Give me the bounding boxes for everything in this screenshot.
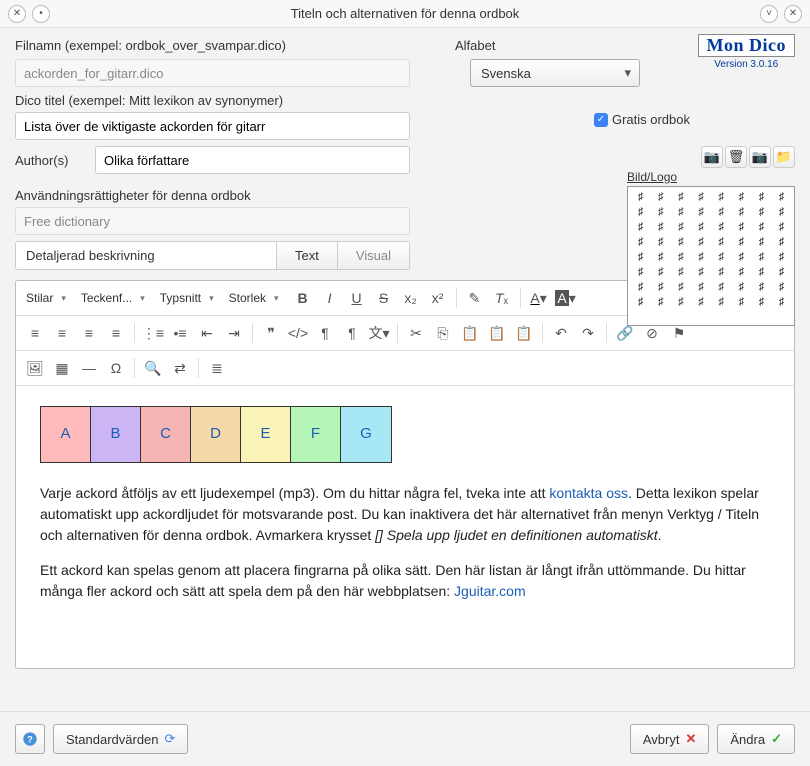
lang-icon[interactable]: 文▾ xyxy=(366,320,392,346)
alphabet-select[interactable]: Svenska xyxy=(470,59,640,87)
image-icon[interactable]: 🖼 xyxy=(22,355,48,381)
superscript-icon[interactable]: x² xyxy=(425,285,451,311)
redo-icon[interactable]: ↷ xyxy=(575,320,601,346)
size-dropdown[interactable]: Storlek xyxy=(225,289,283,307)
app-menu-icon[interactable]: ✕ xyxy=(8,5,26,23)
close-icon[interactable]: ✕ xyxy=(784,5,802,23)
chord-b[interactable]: B xyxy=(91,407,141,462)
chord-e[interactable]: E xyxy=(241,407,291,462)
clear-format-icon[interactable]: Tₓ xyxy=(489,285,515,311)
paste-icon[interactable]: 📋 xyxy=(457,320,483,346)
body-p1: Varje ackord åtföljs av ett ljudexempel … xyxy=(40,483,770,546)
free-checkbox[interactable]: ✓ xyxy=(594,113,608,127)
description-tabs: Detaljerad beskrivning Text Visual xyxy=(15,241,410,270)
strike-icon[interactable]: S xyxy=(371,285,397,311)
defaults-button[interactable]: Standardvärden ⟳ xyxy=(53,724,188,754)
align-justify-icon[interactable]: ≡ xyxy=(103,320,129,346)
undo-icon[interactable]: ↶ xyxy=(548,320,574,346)
chord-f[interactable]: F xyxy=(291,407,341,462)
pin-icon[interactable]: • xyxy=(32,5,50,23)
highlight-icon[interactable]: ✎ xyxy=(462,285,488,311)
window-title: Titeln och alternativen för denna ordbok xyxy=(50,6,760,21)
authors-input[interactable] xyxy=(95,146,410,174)
folder-icon[interactable]: 📁 xyxy=(773,146,795,168)
omega-icon[interactable]: Ω xyxy=(103,355,129,381)
alphabet-label: Alfabet xyxy=(455,38,495,53)
find-icon[interactable]: 🔍 xyxy=(140,355,166,381)
styles-dropdown[interactable]: Stilar xyxy=(22,289,70,307)
check-icon: ✓ xyxy=(771,731,782,747)
bottom-bar: ? Standardvärden ⟳ Avbryt ✕ Ändra ✓ xyxy=(0,711,810,766)
align-left-icon[interactable]: ≡ xyxy=(22,320,48,346)
dico-title-label: Dico titel (exempel: Mitt lexikon av syn… xyxy=(15,93,795,108)
contact-link[interactable]: kontakta oss xyxy=(549,485,628,501)
font-dropdown[interactable]: Teckenf... xyxy=(77,289,149,307)
editor-body[interactable]: A B C D E F G Varje ackord åtföljs av et… xyxy=(16,386,794,668)
filename-label: Filnamn (exempel: ordbok_over_svampar.di… xyxy=(15,38,435,53)
bild-label: Bild/Logo xyxy=(627,170,795,184)
refresh-icon: ⟳ xyxy=(165,731,176,747)
copy-icon[interactable]: ⎘ xyxy=(430,320,456,346)
rights-input[interactable] xyxy=(15,207,410,235)
text-color-icon[interactable]: A▾ xyxy=(526,285,552,311)
tab-visual[interactable]: Visual xyxy=(338,242,409,269)
align-center-icon[interactable]: ≡ xyxy=(49,320,75,346)
cut-icon[interactable]: ✂ xyxy=(403,320,429,346)
para-ltr-icon[interactable]: ¶ xyxy=(339,320,365,346)
align-right-icon[interactable]: ≡ xyxy=(76,320,102,346)
help-button[interactable]: ? xyxy=(15,724,45,754)
para-rtl-icon[interactable]: ¶ xyxy=(312,320,338,346)
titlebar: ✕ • Titeln och alternativen för denna or… xyxy=(0,0,810,28)
brand-logo: Mon Dico xyxy=(698,34,796,57)
image-logo-section: 📷 🗑 📷 📁 Bild/Logo ♯♯♯♯♯♯♯♯ ♯♯♯♯♯♯♯♯ ♯♯♯♯… xyxy=(627,146,795,326)
logo-preview[interactable]: ♯♯♯♯♯♯♯♯ ♯♯♯♯♯♯♯♯ ♯♯♯♯♯♯♯♯ ♯♯♯♯♯♯♯♯ ♯♯♯♯… xyxy=(627,186,795,326)
family-dropdown[interactable]: Typsnitt xyxy=(156,289,218,307)
chord-a[interactable]: A xyxy=(41,407,91,462)
dico-title-input[interactable] xyxy=(15,112,410,140)
trash-icon[interactable]: 🗑 xyxy=(725,146,747,168)
paste3-icon[interactable]: 📋 xyxy=(511,320,537,346)
blocks-icon[interactable]: ≣ xyxy=(204,355,230,381)
rich-editor: Stilar Teckenf... Typsnitt Storlek B I U… xyxy=(15,280,795,669)
brand-version: Version 3.0.16 xyxy=(698,59,796,70)
paste2-icon[interactable]: 📋 xyxy=(484,320,510,346)
svg-text:?: ? xyxy=(27,734,33,744)
camera1-icon[interactable]: 📷 xyxy=(701,146,723,168)
help-icon: ? xyxy=(22,731,38,747)
replace-icon[interactable]: ⇄ xyxy=(167,355,193,381)
chord-d[interactable]: D xyxy=(191,407,241,462)
outdent-icon[interactable]: ⇤ xyxy=(194,320,220,346)
list-ol-icon[interactable]: ⋮≡ xyxy=(140,320,166,346)
bold-icon[interactable]: B xyxy=(290,285,316,311)
minimize-icon[interactable]: ˅ xyxy=(760,5,778,23)
italic-icon[interactable]: I xyxy=(317,285,343,311)
apply-button[interactable]: Ändra ✓ xyxy=(717,724,795,754)
filename-input[interactable] xyxy=(15,59,410,87)
camera2-icon[interactable]: 📷 xyxy=(749,146,771,168)
cancel-icon: ✕ xyxy=(685,731,696,747)
detail-label: Detaljerad beskrivning xyxy=(16,242,277,269)
underline-icon[interactable]: U xyxy=(344,285,370,311)
hr-icon[interactable]: — xyxy=(76,355,102,381)
tab-text[interactable]: Text xyxy=(277,242,338,269)
indent-icon[interactable]: ⇥ xyxy=(221,320,247,346)
quote-icon[interactable]: ❞ xyxy=(258,320,284,346)
code-icon[interactable]: </> xyxy=(285,320,311,346)
chord-c[interactable]: C xyxy=(141,407,191,462)
body-p2: Ett ackord kan spelas genom att placera … xyxy=(40,560,770,602)
table-icon[interactable]: ▦ xyxy=(49,355,75,381)
cancel-button[interactable]: Avbryt ✕ xyxy=(630,724,710,754)
free-checkbox-label: Gratis ordbok xyxy=(612,112,690,127)
list-ul-icon[interactable]: •≡ xyxy=(167,320,193,346)
chord-g[interactable]: G xyxy=(341,407,391,462)
bg-color-icon[interactable]: A▾ xyxy=(553,285,579,311)
subscript-icon[interactable]: x₂ xyxy=(398,285,424,311)
authors-label: Author(s) xyxy=(15,153,85,168)
chord-nav: A B C D E F G xyxy=(40,406,392,463)
brand-block: Mon Dico Version 3.0.16 xyxy=(698,34,796,70)
jguitar-link[interactable]: Jguitar.com xyxy=(454,583,526,599)
